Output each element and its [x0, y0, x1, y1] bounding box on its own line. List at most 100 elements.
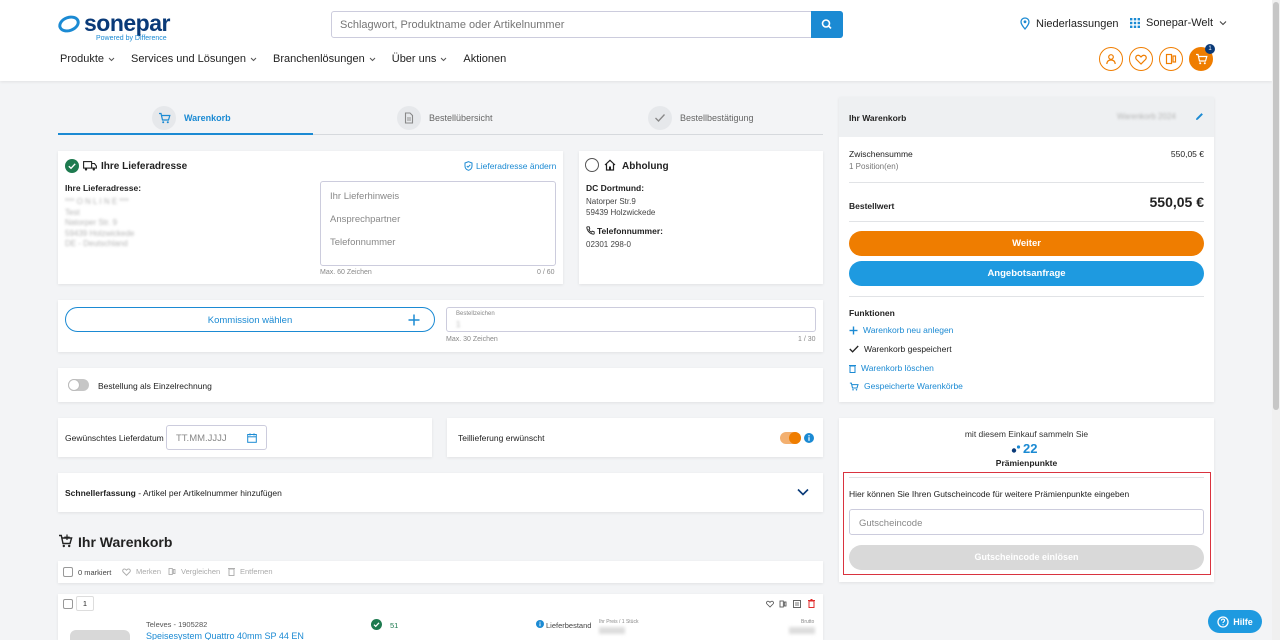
- partial-delivery-card: Teillieferung erwünscht: [447, 418, 823, 457]
- sonepar-world-menu[interactable]: Sonepar-Welt: [1130, 17, 1227, 29]
- heart-icon: [122, 567, 131, 576]
- item-name-link[interactable]: Speisesystem Quattro 40mm SP 44 EN: [146, 631, 304, 640]
- remember-action[interactable]: Merken: [122, 567, 161, 576]
- heart-icon[interactable]: [766, 600, 774, 608]
- saved-carts-link[interactable]: Gespeicherte Warenkörbe: [849, 381, 963, 391]
- cart-title: Ihr Warenkorb: [78, 534, 173, 550]
- remove-action[interactable]: Entfernen: [228, 567, 273, 576]
- checkmark-icon: [655, 114, 665, 122]
- chevron-down-icon[interactable]: [797, 488, 809, 496]
- pickup-card: Abholung DC Dortmund: Natorper Str.9 594…: [579, 151, 823, 284]
- nav-products[interactable]: Produkte: [60, 53, 115, 65]
- delivery-address-card: Ihre Lieferadresse Lieferadresse ändern …: [58, 151, 563, 284]
- summary-divider: [849, 296, 1204, 297]
- info-icon[interactable]: [536, 620, 544, 628]
- question-circle-icon: [1217, 615, 1229, 628]
- select-all-checkbox[interactable]: [63, 567, 73, 577]
- compare-icon: [168, 568, 176, 575]
- delivery-hint-field[interactable]: Ihr Lieferhinweis: [330, 191, 399, 202]
- search-button[interactable]: [811, 11, 843, 38]
- trash-icon[interactable]: [808, 599, 815, 608]
- phone-number-field[interactable]: Telefonnummer: [330, 237, 395, 248]
- delete-cart-link[interactable]: Warenkorb löschen: [849, 363, 934, 373]
- checkmark-icon: [849, 345, 859, 353]
- cart-count-badge: 1: [1205, 44, 1215, 54]
- compare-button[interactable]: [1159, 47, 1183, 71]
- trash-icon: [849, 364, 856, 373]
- cart-add-icon: [59, 534, 73, 548]
- pickup-radio[interactable]: [585, 158, 599, 172]
- change-delivery-address-link[interactable]: Lieferadresse ändern: [464, 161, 556, 171]
- trash-icon: [228, 568, 235, 576]
- phone-icon: [586, 226, 595, 235]
- compare-action[interactable]: Vergleichen: [168, 567, 220, 576]
- item-price-redacted: [599, 627, 625, 634]
- chevron-down-icon: [108, 57, 115, 61]
- edit-pencil-icon[interactable]: [1195, 112, 1204, 121]
- nav-about[interactable]: Über uns: [392, 53, 448, 65]
- cart-icon: [849, 382, 859, 390]
- logo-mark-icon: [55, 12, 83, 35]
- compare-icon[interactable]: [779, 600, 787, 608]
- item-gross-redacted: [789, 627, 815, 634]
- step-cart[interactable]: Warenkorb: [152, 100, 231, 136]
- continue-button[interactable]: Weiter: [849, 231, 1204, 256]
- user-icon: [1106, 54, 1116, 65]
- location-pin-icon: [1020, 17, 1030, 30]
- single-invoice-card: Bestellung als Einzelrechnung: [58, 368, 823, 402]
- redeem-voucher-button[interactable]: Gutscheincode einlösen: [849, 545, 1204, 570]
- cart-toolbar: 0 markiert Merken Vergleichen Entfernen: [58, 561, 823, 583]
- delivery-date-input[interactable]: TT.MM.JJJJ: [166, 425, 267, 450]
- summary-divider: [849, 221, 1204, 222]
- wishlist-button[interactable]: [1129, 47, 1153, 71]
- points-dots-icon: [1011, 444, 1021, 453]
- step-cart-circle: [152, 106, 176, 130]
- calendar-icon[interactable]: [247, 433, 257, 443]
- grid-icon: [1130, 18, 1140, 28]
- nav-industry[interactable]: Branchenlösungen: [273, 53, 376, 65]
- compare-icon: [1165, 53, 1177, 65]
- points-divider: [849, 477, 1204, 478]
- steps-active-indicator: [58, 133, 313, 135]
- branches-link[interactable]: Niederlassungen: [1020, 17, 1119, 30]
- item-checkbox[interactable]: [63, 599, 73, 609]
- cart-icon: [158, 112, 171, 124]
- step-overview[interactable]: Bestellübersicht: [397, 100, 493, 136]
- search-bar: [331, 11, 843, 38]
- step-confirmation-circle: [648, 106, 672, 130]
- cart-button[interactable]: 1: [1189, 44, 1215, 71]
- nav-actions[interactable]: Aktionen: [463, 53, 506, 65]
- note-icon[interactable]: [793, 600, 801, 608]
- delivery-notes-box[interactable]: Ihr Lieferhinweis Ansprechpartner Telefo…: [320, 181, 556, 266]
- heart-icon: [1135, 54, 1147, 65]
- partial-delivery-toggle[interactable]: [780, 432, 801, 444]
- commission-card: Kommission wählen Bestellzeichen 1 Max. …: [58, 300, 823, 352]
- single-invoice-toggle[interactable]: [68, 379, 89, 391]
- contact-person-field[interactable]: Ansprechpartner: [330, 214, 400, 225]
- quick-entry-label: Schnellerfassung - Artikel per Artikelnu…: [65, 488, 282, 498]
- info-icon[interactable]: [804, 433, 814, 443]
- item-quantity[interactable]: 1: [76, 596, 94, 611]
- select-commission-button[interactable]: Kommission wählen: [65, 307, 435, 332]
- cart-saved-status: Warenkorb gespeichert: [849, 344, 952, 354]
- quote-request-button[interactable]: Angebotsanfrage: [849, 261, 1204, 286]
- plus-icon: [849, 326, 858, 334]
- search-input[interactable]: [332, 12, 802, 37]
- main-nav: Produkte Services und Lösungen Branchenl…: [60, 53, 522, 65]
- voucher-code-input[interactable]: Gutscheincode: [849, 509, 1204, 535]
- account-button[interactable]: [1099, 47, 1123, 71]
- toggle-knob: [789, 432, 801, 444]
- quick-entry-card[interactable]: Schnellerfassung - Artikel per Artikelnu…: [58, 473, 823, 512]
- product-image[interactable]: [70, 630, 130, 640]
- page-scrollbar[interactable]: [1272, 0, 1280, 640]
- points-value: 22: [1011, 441, 1037, 456]
- help-button[interactable]: Hilfe: [1208, 610, 1262, 633]
- nav-services[interactable]: Services und Lösungen: [131, 53, 257, 65]
- order-reference-input[interactable]: Bestellzeichen 1: [446, 307, 816, 332]
- sonepar-logo[interactable]: sonepar Powered by Difference: [55, 10, 170, 42]
- scrollbar-thumb[interactable]: [1273, 2, 1279, 410]
- step-confirmation[interactable]: Bestellbestätigung: [648, 100, 754, 136]
- new-cart-link[interactable]: Warenkorb neu anlegen: [849, 325, 953, 335]
- cart-item-row: 1 Televes - 1905282 Speisesystem Quattro…: [58, 594, 823, 640]
- delivery-address-lines: *** O N L I N E *** Test Natorper Str. 9…: [65, 197, 135, 248]
